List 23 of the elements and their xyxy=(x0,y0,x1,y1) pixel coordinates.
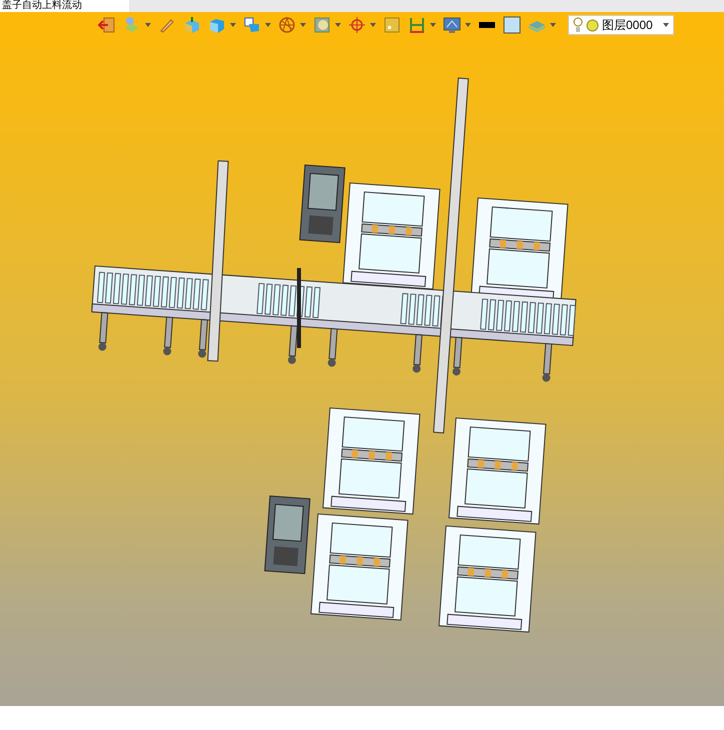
dropdown-caret-icon[interactable] xyxy=(230,23,236,27)
exit-icon[interactable] xyxy=(98,16,116,34)
target-icon[interactable] xyxy=(348,16,366,34)
render-icon[interactable] xyxy=(313,16,331,34)
monitor-icon[interactable] xyxy=(443,16,461,34)
layer-select[interactable]: 图层0000 xyxy=(568,15,674,35)
dropdown-caret-icon[interactable] xyxy=(663,23,669,27)
box-icon[interactable] xyxy=(183,16,201,34)
cube-view-icon[interactable] xyxy=(243,16,261,34)
dropdown-caret-icon[interactable] xyxy=(370,23,376,27)
lightbulb-icon xyxy=(573,17,583,33)
dropdown-caret-icon[interactable] xyxy=(465,23,471,27)
layer-name: 图层0000 xyxy=(602,16,654,34)
dropdown-caret-icon[interactable] xyxy=(550,23,556,27)
wireframe-icon[interactable] xyxy=(278,16,296,34)
dropdown-caret-icon[interactable] xyxy=(300,23,306,27)
fill-color-icon[interactable] xyxy=(503,16,521,34)
dropdown-caret-icon[interactable] xyxy=(145,23,151,27)
dropdown-caret-icon[interactable] xyxy=(430,23,436,27)
frame-icon[interactable] xyxy=(383,16,401,34)
dropdown-caret-icon[interactable] xyxy=(335,23,341,27)
dropdown-caret-icon[interactable] xyxy=(265,23,271,27)
dimension-icon[interactable] xyxy=(408,16,426,34)
